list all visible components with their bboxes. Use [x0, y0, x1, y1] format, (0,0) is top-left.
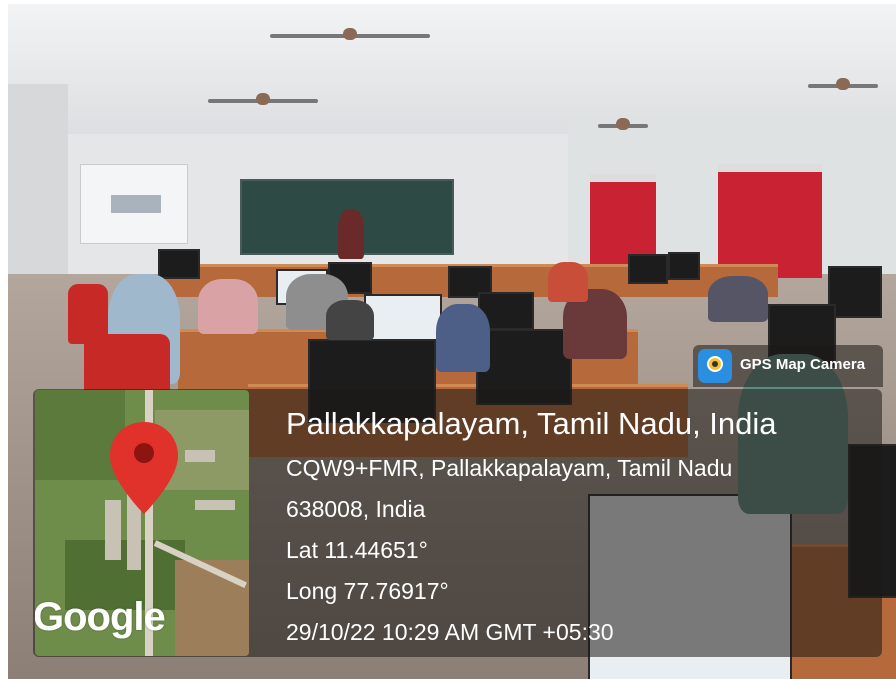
student — [548, 262, 588, 302]
student — [326, 300, 374, 340]
address-line-1: CQW9+FMR, Pallakkapalayam, Tamil Nadu — [286, 455, 733, 481]
monitor — [158, 249, 200, 279]
monitor — [828, 266, 882, 318]
window-curtain — [718, 164, 822, 278]
student — [198, 279, 258, 334]
student — [708, 276, 768, 322]
longitude: Long 77.76917° — [286, 578, 449, 604]
ceiling-fan — [270, 28, 430, 40]
window-curtain — [590, 174, 656, 264]
ceiling-fan — [208, 93, 318, 105]
address-line-2: 638008, India — [286, 496, 426, 522]
monitor — [628, 254, 668, 284]
projector-screen — [80, 164, 188, 244]
location-title: Pallakkapalayam, Tamil Nadu, India — [286, 406, 777, 441]
badge-label: GPS Map Camera — [740, 356, 866, 373]
map-pin-icon — [110, 422, 178, 514]
teacher — [338, 209, 364, 259]
timestamp: 29/10/22 10:29 AM GMT +05:30 — [286, 619, 614, 645]
gps-map-camera-icon — [698, 349, 732, 383]
monitor — [668, 252, 700, 280]
ceiling-fan — [808, 78, 878, 90]
student — [436, 304, 490, 372]
map-thumbnail: Google — [35, 390, 249, 656]
latitude: Lat 11.44651° — [286, 537, 428, 563]
chair — [84, 334, 170, 394]
google-logo: Google — [35, 595, 166, 639]
monitor — [364, 294, 442, 344]
ceiling-fan — [598, 118, 648, 130]
